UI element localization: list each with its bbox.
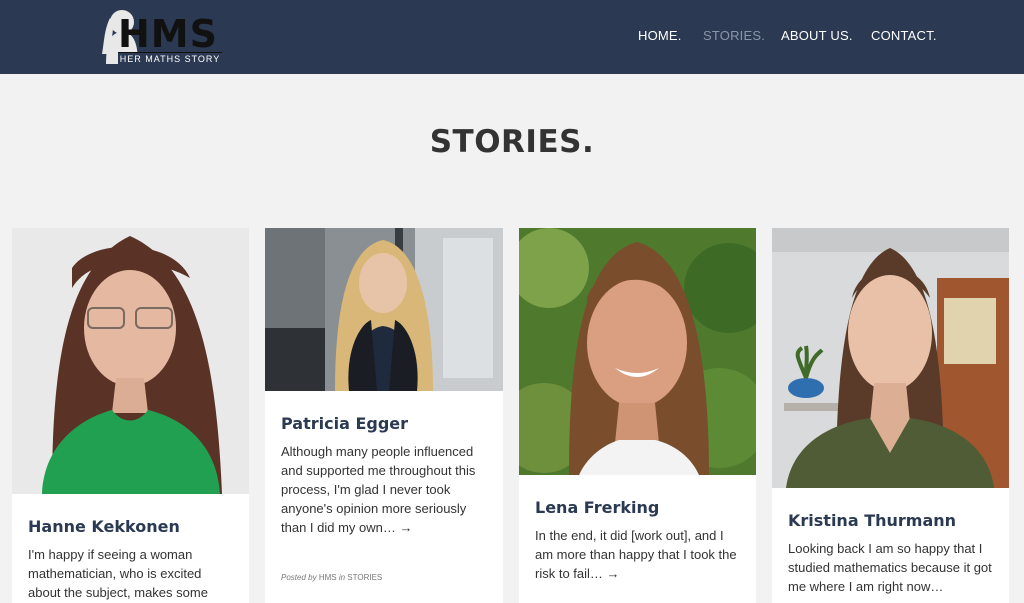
story-name[interactable]: Lena Frerking (535, 498, 659, 517)
nav-home[interactable]: HOME. (638, 28, 682, 43)
post-author[interactable]: HMS (319, 573, 337, 582)
story-excerpt: Looking back I am so happy that I studie… (788, 541, 992, 594)
story-photo[interactable] (265, 228, 503, 391)
story-name[interactable]: Hanne Kekkonen (28, 517, 180, 536)
story-card[interactable]: Lena Frerking In the end, it did [work o… (519, 228, 756, 603)
posted-by-label: Posted by (281, 573, 317, 582)
site-header: HMS HER MATHS STORY HOME. STORIES. ABOUT… (0, 0, 1024, 74)
nav-stories[interactable]: STORIES. (703, 28, 765, 43)
logo-title: HMS (118, 12, 218, 56)
story-name[interactable]: Patricia Egger (281, 414, 408, 433)
story-photo[interactable] (772, 228, 1009, 488)
nav-about-us[interactable]: ABOUT US. (781, 28, 853, 43)
story-excerpt: I'm happy if seeing a woman mathematicia… (28, 547, 208, 600)
nav-contact[interactable]: CONTACT. (871, 28, 937, 43)
story-card[interactable]: Kristina Thurmann Looking back I am so h… (772, 228, 1009, 603)
in-label: in (338, 573, 346, 582)
post-meta: Posted by HMS in STORIES (281, 573, 382, 582)
story-excerpt: In the end, it did [work out], and I am … (535, 528, 737, 581)
story-photo[interactable] (12, 228, 249, 494)
story-excerpt: Although many people influenced and supp… (281, 444, 476, 535)
page-title: STORIES. (429, 124, 595, 160)
story-card[interactable]: Patricia Egger Although many people infl… (265, 228, 503, 603)
story-card[interactable]: Hanne Kekkonen I'm happy if seeing a wom… (12, 228, 249, 603)
post-category[interactable]: STORIES (347, 573, 382, 582)
story-photo[interactable] (519, 228, 756, 475)
story-name[interactable]: Kristina Thurmann (788, 511, 956, 530)
site-logo[interactable]: HMS HER MATHS STORY (100, 8, 230, 66)
logo-subtitle: HER MATHS STORY (118, 52, 222, 64)
